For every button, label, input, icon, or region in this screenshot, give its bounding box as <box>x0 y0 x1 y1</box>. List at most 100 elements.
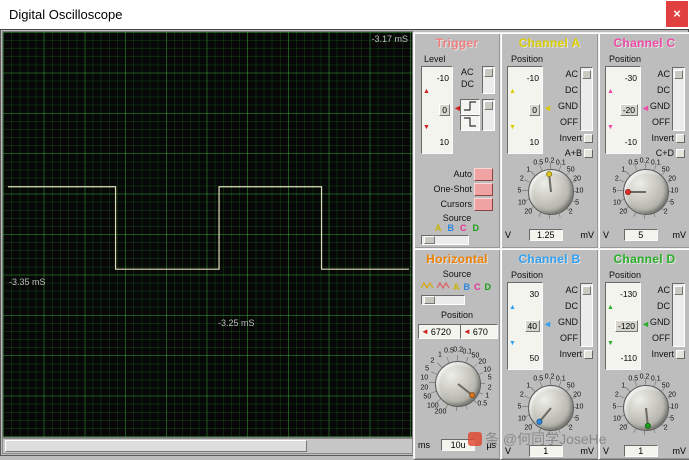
h-source-b[interactable]: B <box>464 282 471 292</box>
knob-scale-label: 20 <box>573 175 582 183</box>
h-source-c[interactable]: C <box>474 282 481 292</box>
knob-scale-label: 0.5 <box>628 375 639 383</box>
horizontal-source-slider[interactable] <box>421 295 465 305</box>
knob-dial[interactable] <box>527 385 574 431</box>
rising-edge-icon[interactable] <box>460 99 480 115</box>
position-spinner-fine[interactable]: ◄ 670 <box>460 324 498 339</box>
up-arrow-icon[interactable]: ▲ <box>607 304 614 312</box>
knob-scale-label: 10 <box>670 403 679 411</box>
one-shot-button[interactable] <box>474 183 493 196</box>
coupling-selector[interactable] <box>580 67 593 131</box>
gain-knob[interactable]: 20 10 5 2 1 0.5 0.2 0.1 50 20 10 5 2 <box>607 153 683 229</box>
knob-scale-label: 20 <box>420 384 429 392</box>
up-arrow-icon[interactable]: ▲ <box>509 304 516 312</box>
knob-dial[interactable] <box>622 169 669 215</box>
spinner-left-arrow-icon[interactable]: ◄ <box>421 327 429 336</box>
down-arrow-icon[interactable]: ▼ <box>423 124 430 132</box>
knob-scale-label: 50 <box>566 382 575 390</box>
channel-b-position-slider[interactable]: ▲ ▼ 30 40 50 <box>507 282 543 370</box>
position-spinner-coarse[interactable]: ◄ 6720 <box>418 324 462 339</box>
knob-scale-label: 0.1 <box>650 159 661 167</box>
close-button[interactable]: × <box>666 1 688 27</box>
knob-dial[interactable] <box>622 385 669 431</box>
edge-selector[interactable] <box>482 99 495 131</box>
knob-scale-label: 1 <box>621 382 626 390</box>
h-source-d[interactable]: D <box>485 282 492 292</box>
invert-toggle[interactable] <box>584 134 593 143</box>
mode-dc-label: DC <box>657 85 670 95</box>
coupling-thumb[interactable] <box>582 286 591 295</box>
channel-d-position-slider[interactable]: ▲ ▼ -130 -120 -110 <box>605 282 641 370</box>
invert-toggle[interactable] <box>584 350 593 359</box>
coupling-selector[interactable] <box>482 66 495 94</box>
spinner-left-arrow-icon[interactable]: ◄ <box>463 327 471 336</box>
knob-scale-label: 2 <box>568 208 573 216</box>
channel-d-title: Channel D <box>613 252 676 266</box>
up-arrow-icon[interactable]: ▲ <box>607 88 614 96</box>
knob-dial[interactable] <box>435 361 481 407</box>
knob-scale-label: 0.2 <box>544 157 555 165</box>
coupling-thumb[interactable] <box>582 70 591 79</box>
screen-scrollbar[interactable] <box>2 438 413 454</box>
up-arrow-icon[interactable]: ▲ <box>509 88 516 96</box>
h-source-a[interactable]: A <box>453 282 460 292</box>
down-arrow-icon[interactable]: ▼ <box>607 124 614 132</box>
knob-scale-label: 2 <box>663 208 668 216</box>
channel-b-title: Channel B <box>518 252 581 266</box>
trigger-source-thumb[interactable] <box>424 236 435 244</box>
level-label: Level <box>424 54 446 64</box>
edge-selector-thumb[interactable] <box>484 101 493 110</box>
source-c[interactable]: C <box>460 223 467 233</box>
falling-edge-icon[interactable] <box>460 115 480 131</box>
knob-pointer-dot <box>545 170 552 178</box>
knob-scale-label: 0.1 <box>650 375 661 383</box>
cursor-time-left: -3.35 mS <box>9 277 46 287</box>
channel-a-position-slider[interactable]: ▲ ▼ -10 0 10 <box>507 66 543 154</box>
watermark-text: 条 @何同学JoseHe <box>485 431 607 447</box>
knob-scale-label: 50 <box>661 382 670 390</box>
position-value-lower: -10 <box>624 136 637 147</box>
timebase-knob[interactable]: 200 100 50 20 10 5 2 1 0.5 0.2 0.1 50 20 10 5 2 1 0.5 <box>417 343 497 423</box>
invert-toggle[interactable] <box>676 350 685 359</box>
gain-knob[interactable]: 20 10 5 2 1 0.5 0.2 0.1 50 20 10 5 2 <box>512 153 588 229</box>
position-label: Position <box>511 270 544 280</box>
cursor-time-top: -3.17 mS <box>371 34 408 44</box>
knob-pointer <box>545 170 552 193</box>
source-d[interactable]: D <box>473 223 480 233</box>
knob-scale-label: 0.2 <box>639 157 650 165</box>
up-arrow-icon[interactable]: ▲ <box>423 88 430 96</box>
down-arrow-icon[interactable]: ▼ <box>509 124 516 132</box>
source-b[interactable]: B <box>448 223 455 233</box>
gain-value: 1.25 <box>528 229 563 241</box>
position-marker-icon: ◄ <box>641 103 650 113</box>
trigger-level-slider[interactable]: ▲ ▼ -10 0 10 <box>421 66 453 154</box>
window-title: Digital Oscilloscope <box>9 7 123 22</box>
channel-a-title: Channel A <box>518 36 581 50</box>
coupling-selector[interactable] <box>672 67 685 131</box>
coupling-thumb[interactable] <box>484 68 493 77</box>
one-shot-label: One-Shot <box>433 184 472 194</box>
knob-dial[interactable] <box>527 169 574 215</box>
invert-toggle[interactable] <box>676 134 685 143</box>
gain-knob[interactable]: 20 10 5 2 1 0.5 0.2 0.1 50 20 10 5 2 <box>607 369 683 445</box>
source-a[interactable]: A <box>435 223 442 233</box>
knob-scale-label: 10 <box>517 415 526 423</box>
position-value-current: -120 <box>614 320 638 332</box>
mode-dc-label: DC <box>565 85 578 95</box>
coupling-selector[interactable] <box>672 283 685 347</box>
auto-button[interactable] <box>474 168 493 181</box>
down-arrow-icon[interactable]: ▼ <box>509 340 516 348</box>
trigger-source-letters: A B C D <box>414 223 500 233</box>
mode-ac-label: AC <box>657 69 670 79</box>
cursors-button[interactable] <box>474 198 493 211</box>
position-marker-icon: ◄ <box>543 319 552 329</box>
scrollbar-thumb[interactable] <box>5 440 307 452</box>
coupling-thumb[interactable] <box>674 70 683 79</box>
horizontal-source-thumb[interactable] <box>424 296 435 304</box>
trigger-source-slider[interactable] <box>421 235 469 245</box>
channel-c-position-slider[interactable]: ▲ ▼ -30 -20 -10 <box>605 66 641 154</box>
down-arrow-icon[interactable]: ▼ <box>607 340 614 348</box>
coupling-thumb[interactable] <box>674 286 683 295</box>
knob-pointer <box>534 407 552 427</box>
coupling-selector[interactable] <box>580 283 593 347</box>
